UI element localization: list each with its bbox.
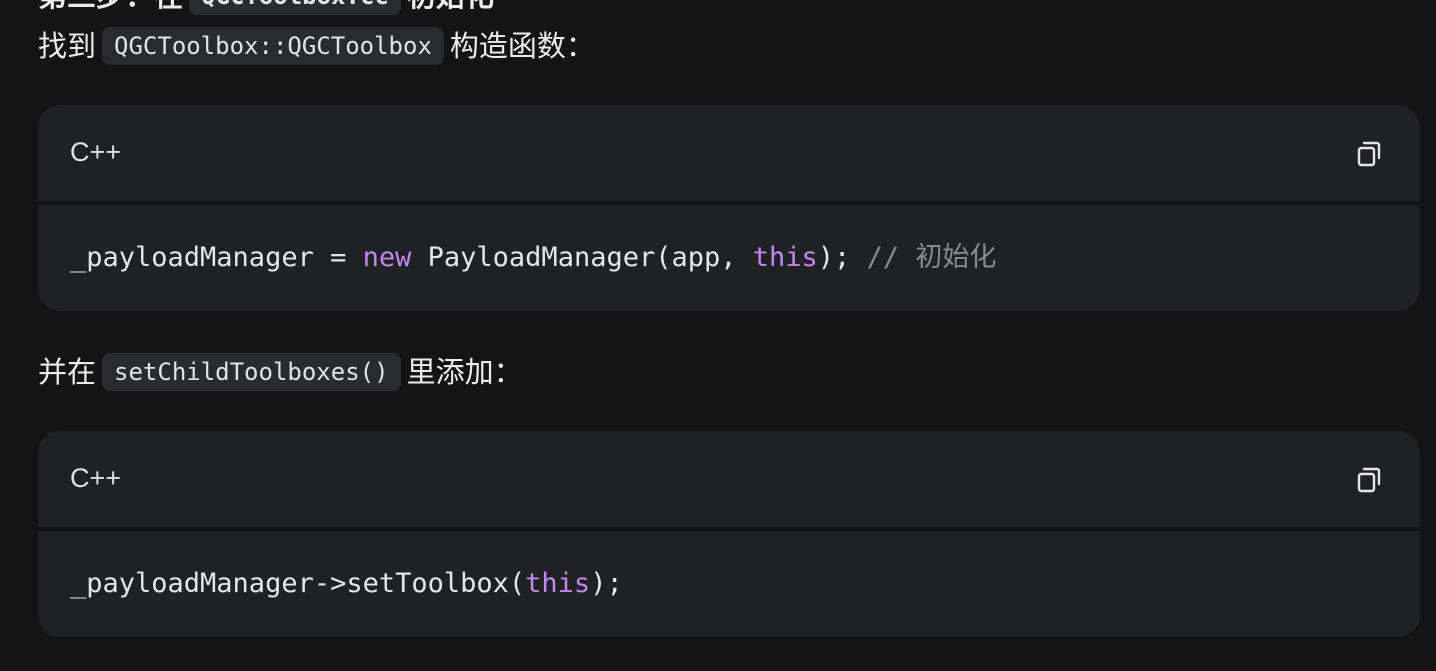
code-token: _payloadManager =	[70, 242, 363, 273]
para2-suffix: 里添加：	[406, 355, 523, 389]
code-keyword: new	[362, 242, 412, 273]
para2-inline-code: setChildToolboxes()	[102, 353, 401, 391]
para1-inline-code: QGCToolbox::QGCToolbox	[102, 27, 444, 65]
heading-prefix: 第三步：在	[38, 0, 183, 13]
copy-code-button[interactable]	[1354, 139, 1384, 169]
code-language-label: C++	[70, 463, 122, 493]
para1-prefix: 找到	[38, 29, 97, 63]
code-token: _payloadManager->setToolbox(	[70, 568, 526, 599]
paragraph-find-constructor: 找到 QGCToolbox::QGCToolbox 构造函数：	[38, 24, 595, 68]
copy-icon	[1357, 141, 1381, 167]
paragraph-set-child-toolboxes: 并在 setChildToolboxes() 里添加：	[38, 350, 523, 394]
code-block-1: C++ _payloadManager = new PayloadManager…	[38, 105, 1420, 311]
heading-inline-code: QGCToolbox.cc	[189, 0, 401, 15]
code-line: _payloadManager = new PayloadManager(app…	[70, 238, 996, 278]
para1-suffix: 构造函数：	[449, 29, 595, 63]
code-line: _payloadManager->setToolbox(this);	[70, 564, 623, 604]
code-token: );	[590, 568, 623, 599]
code-block-2-body: _payloadManager->setToolbox(this);	[38, 531, 1420, 637]
code-block-2: C++ _payloadManager->setToolbox(this);	[38, 431, 1420, 637]
code-keyword: this	[525, 568, 591, 599]
para2-prefix: 并在	[38, 355, 97, 389]
code-block-1-header: C++	[38, 105, 1420, 201]
copy-code-button[interactable]	[1354, 465, 1384, 495]
code-token: PayloadManager(app,	[411, 242, 753, 273]
code-language-label: C++	[70, 137, 122, 167]
section-heading: 第三步：在 QGCToolbox.cc 初始化	[38, 0, 494, 18]
code-comment: // 初始化	[866, 242, 997, 273]
copy-icon	[1357, 467, 1381, 493]
code-block-2-header: C++	[38, 431, 1420, 527]
code-keyword: this	[752, 242, 818, 273]
code-token: );	[817, 242, 867, 273]
code-block-1-body: _payloadManager = new PayloadManager(app…	[38, 205, 1420, 311]
heading-suffix: 初始化	[407, 0, 494, 13]
